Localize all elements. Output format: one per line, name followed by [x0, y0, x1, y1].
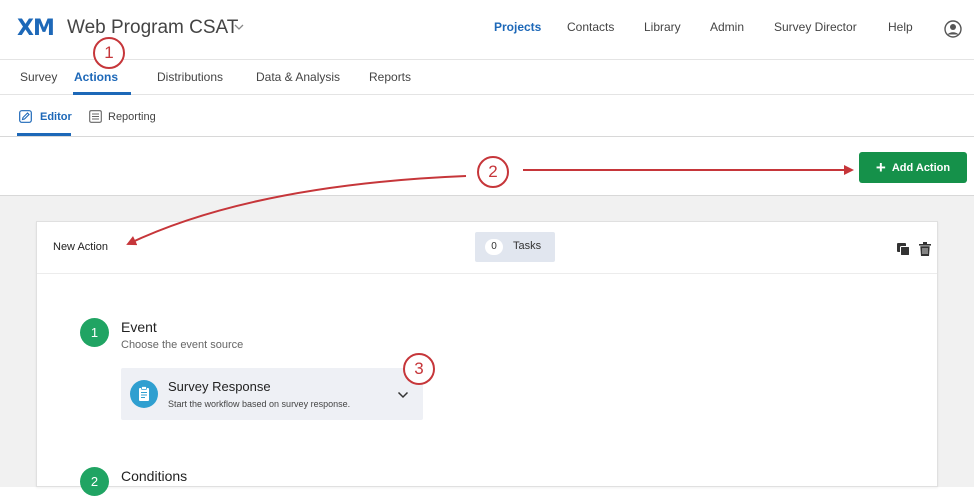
add-action-button[interactable]: + Add Action	[859, 152, 967, 183]
actions-subtabs: Editor Reporting	[0, 95, 974, 137]
active-subtab-indicator	[17, 133, 71, 136]
add-action-label: Add Action	[891, 161, 951, 174]
user-icon[interactable]	[944, 20, 962, 38]
top-bar: XM Web Program CSAT Projects Contacts Li…	[0, 0, 974, 60]
nav-admin[interactable]: Admin	[710, 20, 744, 34]
step-1-subtitle: Choose the event source	[121, 339, 244, 351]
step-2-number: 2	[80, 467, 109, 496]
project-title[interactable]: Web Program CSAT	[67, 17, 238, 39]
subtab-editor[interactable]: Editor	[40, 111, 72, 123]
subtab-reporting[interactable]: Reporting	[108, 111, 156, 123]
pencil-icon	[19, 110, 32, 123]
nav-help[interactable]: Help	[888, 20, 913, 34]
tab-survey[interactable]: Survey	[20, 70, 57, 84]
tab-distributions[interactable]: Distributions	[157, 70, 223, 84]
task-count: 0	[485, 239, 503, 255]
list-icon	[89, 110, 102, 123]
action-card-header: New Action 0 Tasks	[37, 222, 937, 274]
chevron-down-icon[interactable]	[234, 22, 244, 32]
project-tabs: Survey Actions Distributions Data & Anal…	[0, 60, 974, 95]
copy-icon[interactable]	[897, 243, 910, 256]
nav-library[interactable]: Library	[644, 20, 681, 34]
xm-logo[interactable]: XM	[17, 16, 55, 41]
nav-contacts[interactable]: Contacts	[567, 20, 614, 34]
tab-reports[interactable]: Reports	[369, 70, 411, 84]
action-title[interactable]: New Action	[53, 241, 108, 253]
callout-1: 1	[93, 37, 125, 69]
action-card: New Action 0 Tasks 1 Event Choose the ev…	[36, 221, 938, 496]
callout-3: 3	[403, 353, 435, 385]
step-1-number: 1	[80, 318, 109, 347]
tab-data-analysis[interactable]: Data & Analysis	[256, 70, 340, 84]
tasks-badge[interactable]: 0 Tasks	[475, 232, 555, 262]
step-1-title: Event	[121, 319, 157, 335]
event-description: Start the workflow based on survey respo…	[168, 399, 351, 409]
clipboard-icon	[130, 380, 158, 408]
tab-actions[interactable]: Actions	[74, 70, 118, 84]
nav-projects[interactable]: Projects	[494, 20, 541, 34]
step-2-title: Conditions	[121, 468, 188, 484]
chevron-down-icon[interactable]	[397, 390, 409, 400]
event-title: Survey Response	[168, 379, 271, 394]
trash-icon[interactable]	[919, 242, 931, 256]
nav-survey-director[interactable]: Survey Director	[774, 20, 857, 34]
callout-2: 2	[477, 156, 509, 188]
plus-icon: +	[875, 158, 886, 177]
event-source-selector[interactable]: Survey Response Start the workflow based…	[121, 368, 423, 420]
tasks-label: Tasks	[513, 240, 542, 252]
